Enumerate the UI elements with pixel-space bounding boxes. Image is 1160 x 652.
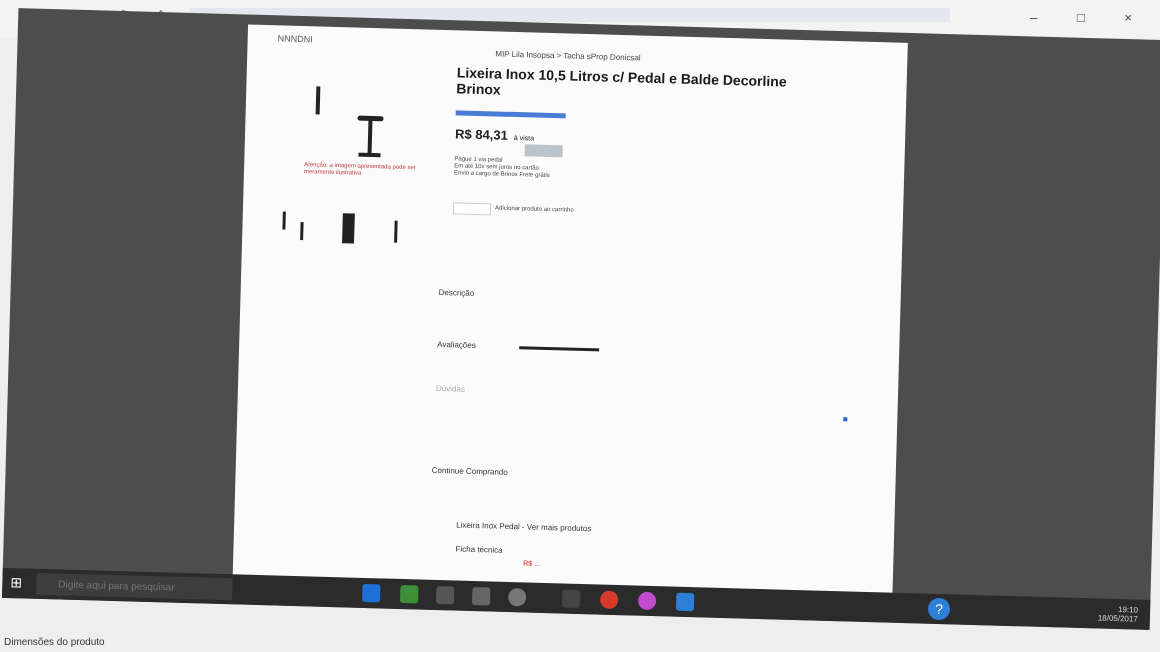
section-questions[interactable]: Dúvidas — [436, 384, 465, 394]
edge-icon[interactable] — [362, 583, 381, 603]
section-more-products[interactable]: Lixeira Inox Pedal - Ver mais produtos — [456, 521, 591, 534]
file-explorer-icon[interactable] — [435, 585, 455, 605]
color-swatch[interactable] — [524, 144, 563, 158]
reviews-bar — [519, 346, 600, 352]
product-price: R$ 84,31 à vista — [455, 126, 534, 143]
store-icon[interactable] — [399, 584, 419, 604]
product-main-image-stem — [367, 119, 373, 155]
product-page: NNNDNI MIP Lila Insopsa > Tacha sProp Do… — [232, 24, 908, 599]
price-value: R$ 84,31 — [454, 126, 509, 143]
quantity-field[interactable] — [452, 202, 492, 216]
taskbar-search-input[interactable] — [36, 572, 233, 601]
scroll-marker — [843, 417, 848, 422]
spec-list: Pague 1 via pedal Em até 10x sem juros n… — [454, 156, 694, 184]
price-mark: R$ ... — [523, 560, 540, 568]
help-icon[interactable]: ? — [927, 597, 951, 621]
image-warning: Atenção: a imagem apresentada pode ser m… — [303, 162, 416, 177]
bottom-caption-bar: Dimensões do produto — [0, 634, 1160, 652]
app-icon[interactable] — [675, 592, 695, 612]
product-main-image-base — [358, 152, 381, 158]
brand-link[interactable] — [455, 110, 566, 119]
price-note: à vista — [513, 134, 535, 143]
breadcrumb[interactable]: MIP Lila Insopsa > Tacha sProp Donicsal — [495, 49, 641, 62]
windows-icon[interactable]: ⊞ — [10, 574, 22, 591]
mail-icon[interactable] — [471, 586, 491, 606]
system-clock[interactable]: 19:10 18/05/2017 — [1097, 604, 1139, 624]
section-description[interactable]: Descrição — [439, 288, 475, 298]
page-header: NNNDNI — [277, 33, 313, 45]
gallery-image[interactable] — [394, 220, 398, 243]
hp-icon[interactable] — [507, 587, 527, 607]
gallery-image[interactable] — [300, 222, 304, 241]
product-title: Lixeira Inox 10,5 Litros c/ Pedal e Bald… — [456, 64, 787, 98]
monitor-screen: NNNDNI MIP Lila Insopsa > Tacha sProp Do… — [1, 8, 1160, 630]
photos-icon[interactable] — [637, 591, 657, 611]
gallery-image[interactable] — [282, 211, 286, 230]
clock-date: 18/05/2017 — [1097, 613, 1138, 624]
section-continue[interactable]: Continue Comprando — [432, 466, 508, 477]
product-thumbnail[interactable] — [315, 86, 321, 115]
window-controls[interactable]: – □ × — [1030, 10, 1150, 25]
caption-text: Dimensões do produto — [4, 637, 105, 648]
settings-icon[interactable] — [561, 589, 581, 608]
add-to-cart-note[interactable]: Adicionar produto ao carrinho — [495, 205, 574, 213]
section-specs[interactable]: Ficha técnica — [455, 545, 502, 555]
gallery-image[interactable] — [342, 213, 355, 244]
chrome-icon[interactable] — [599, 590, 619, 610]
section-reviews[interactable]: Avaliações — [437, 340, 476, 350]
